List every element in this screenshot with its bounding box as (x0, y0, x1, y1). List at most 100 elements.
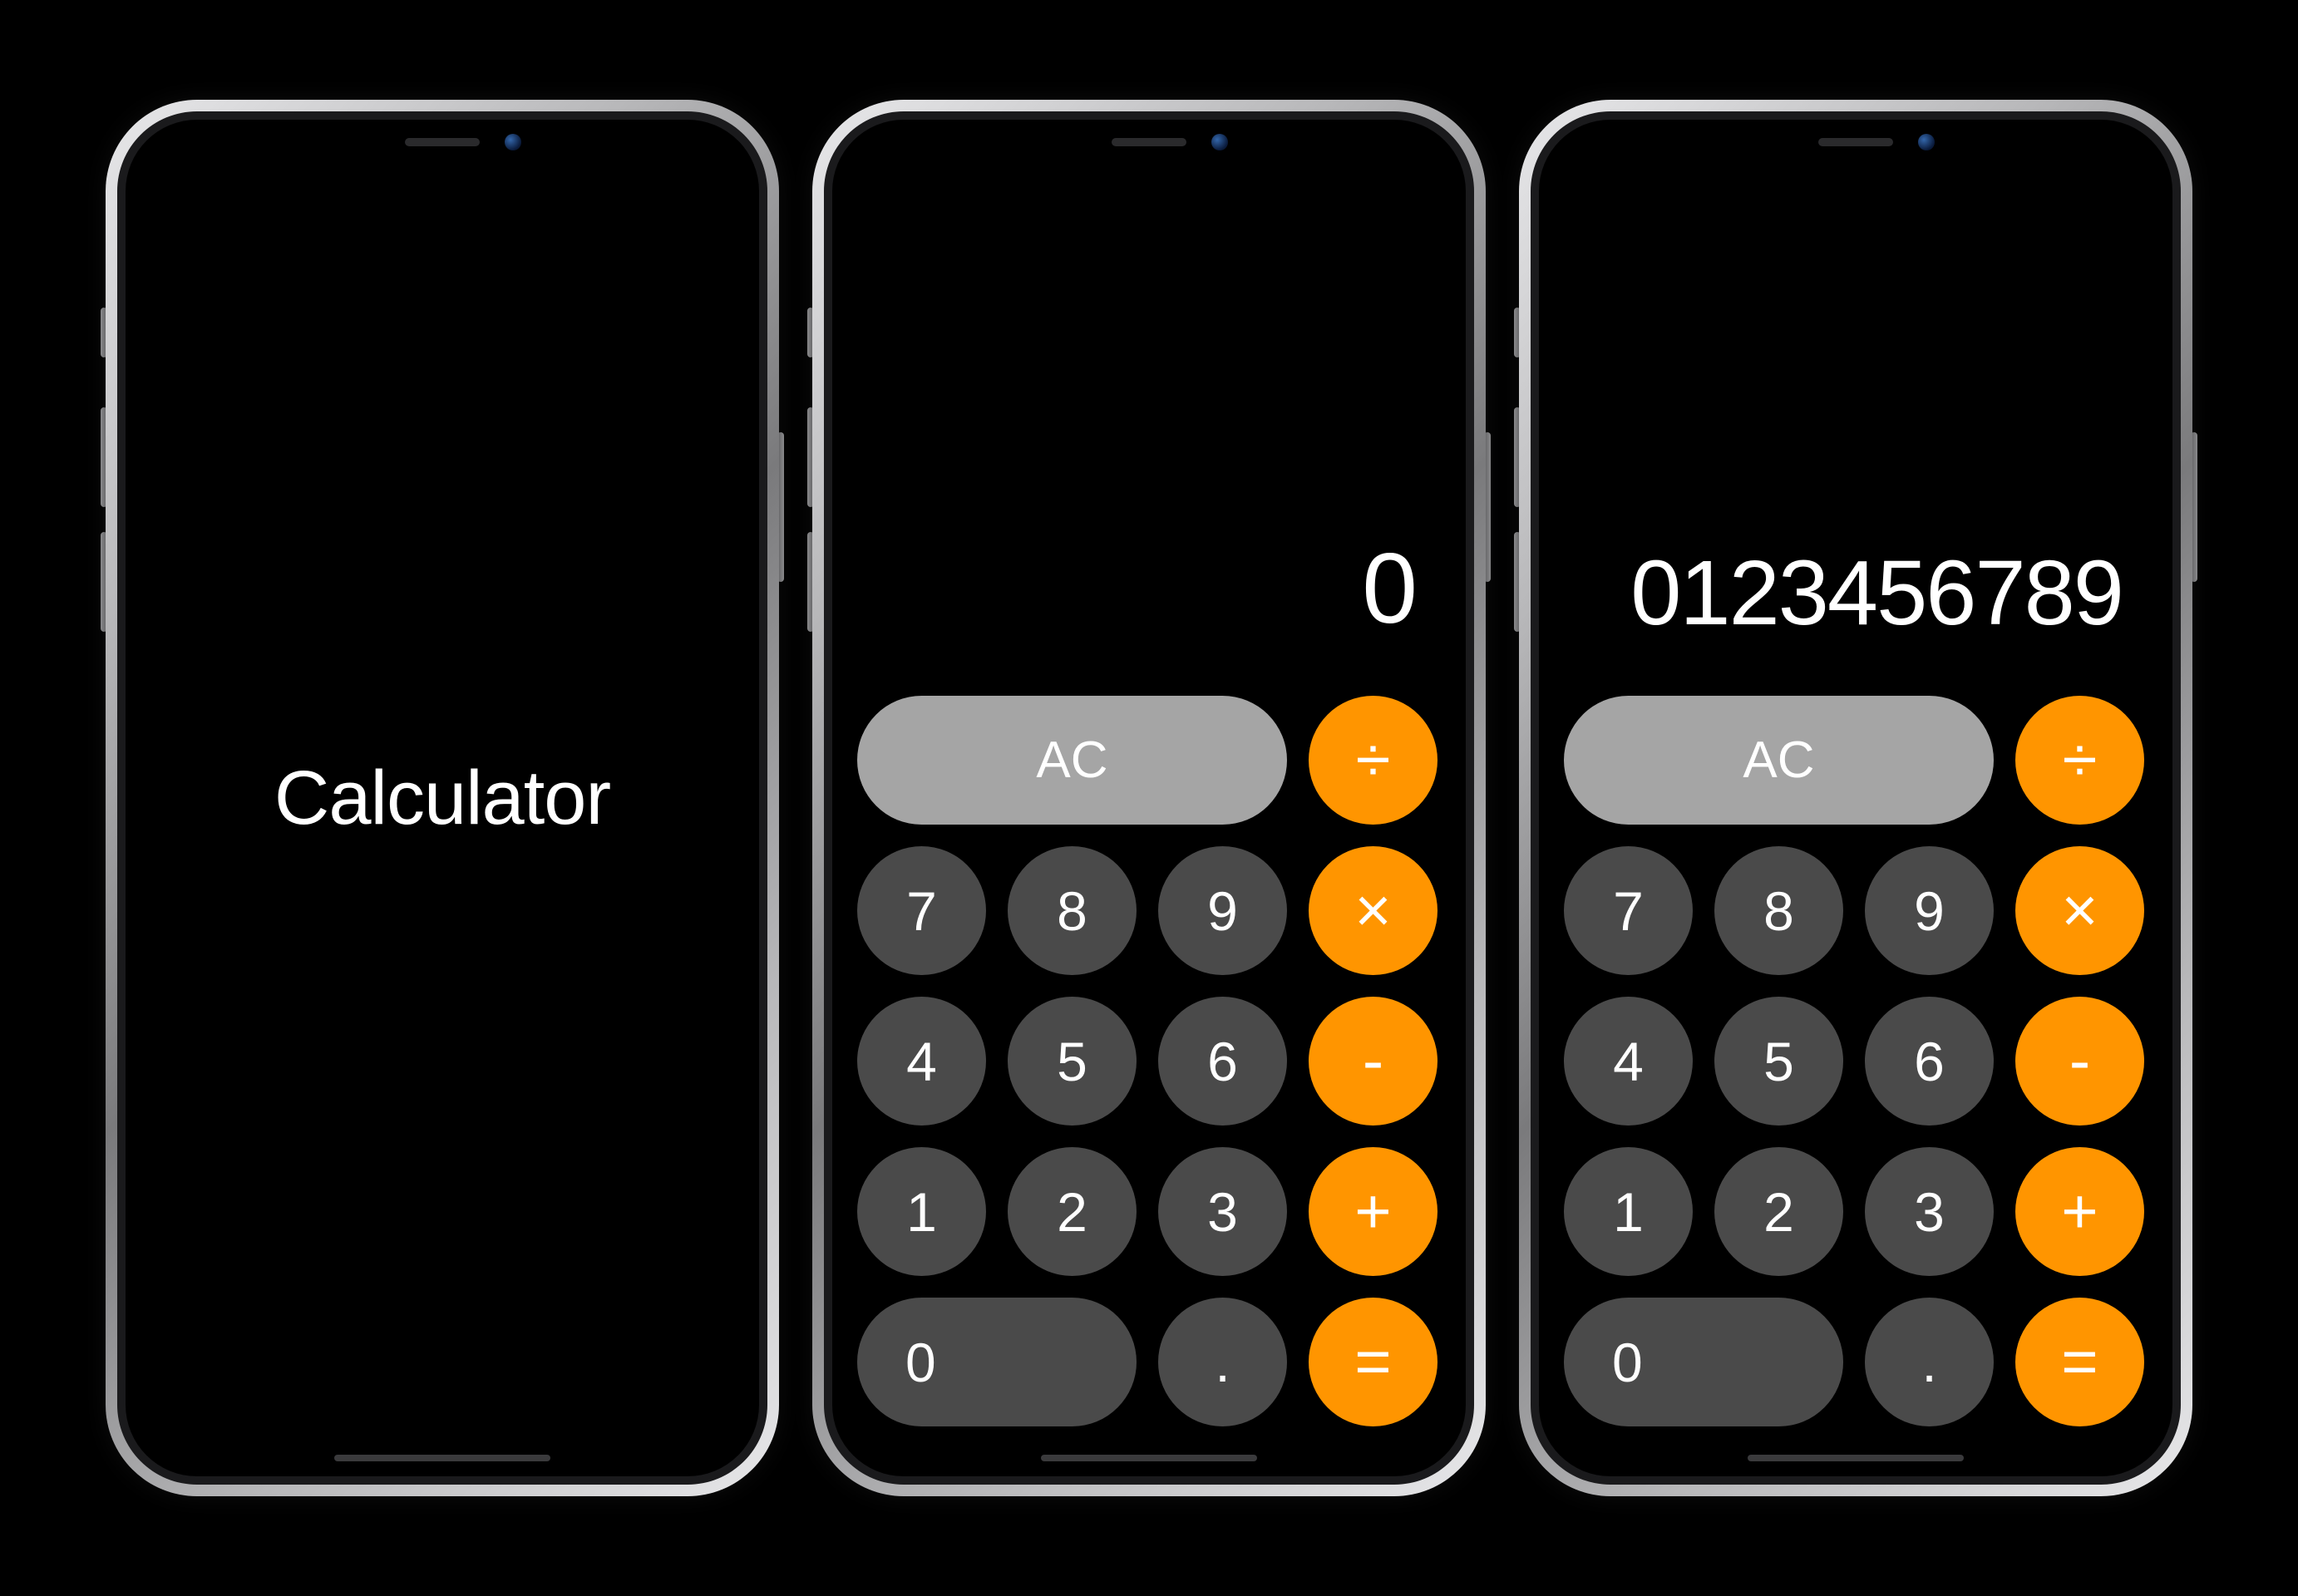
phone-screen: Calculator (126, 120, 759, 1476)
keypad: AC ÷ 7 8 9 × 4 5 6 - (857, 696, 1441, 1426)
notch (987, 120, 1311, 165)
decimal-label: . (1215, 1331, 1230, 1394)
splash-screen: Calculator (126, 120, 759, 1476)
key-row-1: AC ÷ (857, 696, 1441, 825)
decimal-button[interactable]: . (1865, 1298, 1994, 1426)
front-camera-icon (1211, 134, 1228, 150)
digit-0-button[interactable]: 0 (857, 1298, 1137, 1426)
phone-screen: 0123456789 AC ÷ 7 8 9 × (1539, 120, 2172, 1476)
display-value: 0123456789 (1630, 540, 2123, 646)
digit-label: 2 (1057, 1180, 1087, 1244)
digit-label: 0 (905, 1331, 936, 1394)
clear-label: AC (1743, 731, 1814, 790)
digit-0-button[interactable]: 0 (1564, 1298, 1843, 1426)
phone-calc-digits: 0123456789 AC ÷ 7 8 9 × (1519, 100, 2192, 1496)
digit-2-button[interactable]: 2 (1008, 1147, 1137, 1276)
digit-2-button[interactable]: 2 (1714, 1147, 1843, 1276)
phone-bezel: 0 AC ÷ 7 8 9 × (824, 111, 1474, 1485)
app-title: Calculator (274, 755, 610, 842)
digit-label: 5 (1763, 1030, 1794, 1093)
clear-button[interactable]: AC (857, 696, 1287, 825)
minus-button[interactable]: - (1309, 997, 1437, 1126)
speaker-grille (1112, 138, 1186, 146)
key-row-4: 1 2 3 + (857, 1147, 1441, 1276)
decimal-button[interactable]: . (1158, 1298, 1287, 1426)
digit-label: 5 (1057, 1030, 1087, 1093)
digit-4-button[interactable]: 4 (857, 997, 986, 1126)
digit-8-button[interactable]: 8 (1008, 846, 1137, 975)
clear-label: AC (1036, 731, 1107, 790)
multiply-button[interactable]: × (1309, 846, 1437, 975)
key-row-3: 4 5 6 - (857, 997, 1441, 1126)
notch (1694, 120, 2018, 165)
home-indicator[interactable] (1748, 1455, 1964, 1461)
key-row-2: 7 8 9 × (1564, 846, 2148, 975)
plus-icon: + (1354, 1180, 1391, 1244)
key-row-3: 4 5 6 - (1564, 997, 2148, 1126)
digit-3-button[interactable]: 3 (1158, 1147, 1287, 1276)
phone-bezel: 0123456789 AC ÷ 7 8 9 × (1531, 111, 2181, 1485)
digit-label: 4 (1613, 1030, 1644, 1093)
multiply-button[interactable]: × (2015, 846, 2144, 975)
digit-label: 6 (1914, 1030, 1945, 1093)
decimal-label: . (1921, 1331, 1936, 1394)
divide-button[interactable]: ÷ (2015, 696, 2144, 825)
key-row-5: 0 . = (857, 1298, 1441, 1426)
plus-button[interactable]: + (2015, 1147, 2144, 1276)
calculator-app: 0123456789 AC ÷ 7 8 9 × (1539, 120, 2172, 1476)
phone-frame: 0 AC ÷ 7 8 9 × (812, 100, 1486, 1496)
phone-splash: Calculator (106, 100, 779, 1496)
key-row-2: 7 8 9 × (857, 846, 1441, 975)
digit-6-button[interactable]: 6 (1865, 997, 1994, 1126)
digit-5-button[interactable]: 5 (1008, 997, 1137, 1126)
home-indicator[interactable] (1041, 1455, 1257, 1461)
digit-label: 9 (1207, 879, 1238, 943)
multiply-icon: × (1354, 879, 1391, 943)
minus-icon: - (2069, 1030, 2090, 1093)
digit-label: 0 (1612, 1331, 1643, 1394)
digit-7-button[interactable]: 7 (857, 846, 986, 975)
digit-label: 1 (1613, 1180, 1644, 1244)
phone-calc-zero: 0 AC ÷ 7 8 9 × (812, 100, 1486, 1496)
phone-frame: Calculator (106, 100, 779, 1496)
plus-icon: + (2061, 1180, 2098, 1244)
equals-icon: = (2061, 1331, 2098, 1394)
display-area: 0 (857, 120, 1441, 696)
phone-screen: 0 AC ÷ 7 8 9 × (832, 120, 1466, 1476)
digit-label: 8 (1057, 879, 1087, 943)
keypad: AC ÷ 7 8 9 × 4 5 6 - (1564, 696, 2148, 1426)
notch (280, 120, 604, 165)
minus-button[interactable]: - (2015, 997, 2144, 1126)
plus-button[interactable]: + (1309, 1147, 1437, 1276)
digit-label: 7 (906, 879, 937, 943)
divide-icon: ÷ (1356, 729, 1391, 792)
digit-6-button[interactable]: 6 (1158, 997, 1287, 1126)
speaker-grille (405, 138, 480, 146)
digit-label: 8 (1763, 879, 1794, 943)
key-row-1: AC ÷ (1564, 696, 2148, 825)
digit-label: 6 (1207, 1030, 1238, 1093)
digit-9-button[interactable]: 9 (1158, 846, 1287, 975)
digit-label: 3 (1914, 1180, 1945, 1244)
front-camera-icon (1918, 134, 1935, 150)
clear-button[interactable]: AC (1564, 696, 1994, 825)
digit-9-button[interactable]: 9 (1865, 846, 1994, 975)
equals-icon: = (1354, 1331, 1391, 1394)
digit-7-button[interactable]: 7 (1564, 846, 1693, 975)
phone-bezel: Calculator (117, 111, 767, 1485)
digit-1-button[interactable]: 1 (857, 1147, 986, 1276)
digit-8-button[interactable]: 8 (1714, 846, 1843, 975)
digit-3-button[interactable]: 3 (1865, 1147, 1994, 1276)
digit-label: 1 (906, 1180, 937, 1244)
display-area: 0123456789 (1564, 120, 2148, 696)
digit-label: 2 (1763, 1180, 1794, 1244)
digit-4-button[interactable]: 4 (1564, 997, 1693, 1126)
digit-label: 4 (906, 1030, 937, 1093)
equals-button[interactable]: = (1309, 1298, 1437, 1426)
digit-5-button[interactable]: 5 (1714, 997, 1843, 1126)
digit-1-button[interactable]: 1 (1564, 1147, 1693, 1276)
equals-button[interactable]: = (2015, 1298, 2144, 1426)
home-indicator[interactable] (334, 1455, 550, 1461)
divide-icon: ÷ (2063, 729, 2098, 792)
divide-button[interactable]: ÷ (1309, 696, 1437, 825)
